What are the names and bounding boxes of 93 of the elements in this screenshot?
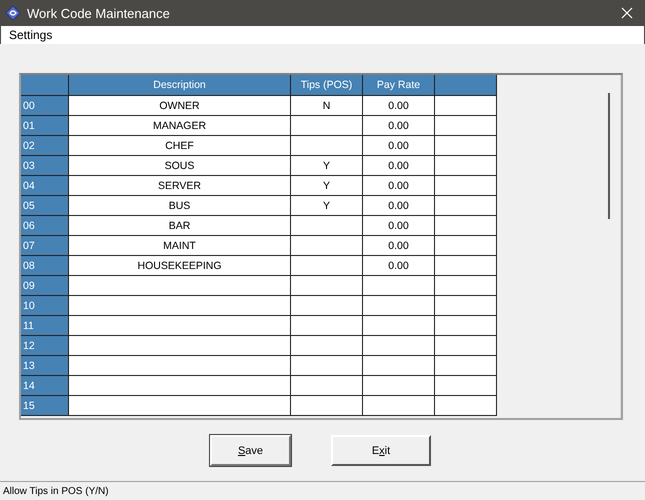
table-cell[interactable] xyxy=(435,316,497,336)
column-header: Pay Rate xyxy=(363,75,435,96)
table-cell[interactable]: 0.00 xyxy=(363,136,435,156)
window-title: Work Code Maintenance xyxy=(27,6,171,20)
scrollbar-thumb[interactable] xyxy=(608,93,610,219)
table-cell[interactable] xyxy=(435,196,497,216)
row-header: 05 xyxy=(21,196,69,216)
table-cell[interactable]: OWNER xyxy=(69,96,291,116)
table-cell[interactable] xyxy=(435,136,497,156)
table-cell[interactable]: 0.00 xyxy=(363,256,435,276)
table-cell[interactable]: Y xyxy=(291,176,363,196)
table-cell[interactable] xyxy=(291,216,363,236)
row-header: 06 xyxy=(21,216,69,236)
table-cell[interactable] xyxy=(363,296,435,316)
table-cell[interactable] xyxy=(435,396,497,416)
app-icon xyxy=(5,5,21,21)
table-cell[interactable] xyxy=(435,256,497,276)
table-cell[interactable] xyxy=(291,296,363,316)
table-cell[interactable] xyxy=(435,356,497,376)
table-cell[interactable] xyxy=(363,336,435,356)
table-cell[interactable]: MAINT xyxy=(69,236,291,256)
row-header: 10 xyxy=(21,296,69,316)
table-cell[interactable]: 0.00 xyxy=(363,196,435,216)
table-cell[interactable] xyxy=(69,276,291,296)
table-cell[interactable]: BUS xyxy=(69,196,291,216)
table-cell[interactable] xyxy=(291,256,363,276)
table-cell[interactable]: Y xyxy=(291,196,363,216)
table-cell[interactable] xyxy=(69,396,291,416)
table-cell[interactable]: 0.00 xyxy=(363,236,435,256)
table-cell[interactable] xyxy=(363,276,435,296)
table-cell[interactable] xyxy=(291,316,363,336)
table-cell[interactable]: HOUSEKEEPING xyxy=(69,256,291,276)
table-cell[interactable]: 0.00 xyxy=(363,216,435,236)
table-cell[interactable] xyxy=(291,356,363,376)
row-header: 13 xyxy=(21,356,69,376)
table-cell[interactable]: N xyxy=(291,96,363,116)
table-cell[interactable] xyxy=(435,216,497,236)
table-cell[interactable] xyxy=(435,176,497,196)
column-header: Tips (POS) xyxy=(291,75,363,96)
table-cell[interactable]: Y xyxy=(291,156,363,176)
row-header: 01 xyxy=(21,116,69,136)
table-cell[interactable]: 0.00 xyxy=(363,156,435,176)
table-cell[interactable] xyxy=(435,96,497,116)
dialog-button[interactable]: Exit xyxy=(331,435,431,466)
row-header: 07 xyxy=(21,236,69,256)
row-header: 14 xyxy=(21,376,69,396)
table-cell[interactable] xyxy=(291,376,363,396)
table-cell[interactable] xyxy=(291,116,363,136)
table-cell[interactable] xyxy=(291,276,363,296)
table-cell[interactable]: 0.00 xyxy=(363,176,435,196)
table-cell[interactable] xyxy=(363,356,435,376)
table-cell[interactable]: SERVER xyxy=(69,176,291,196)
row-header: 03 xyxy=(21,156,69,176)
column-header: Description xyxy=(69,75,291,96)
table-cell[interactable] xyxy=(69,376,291,396)
table-cell[interactable]: CHEF xyxy=(69,136,291,156)
row-header: 15 xyxy=(21,396,69,416)
table-cell[interactable] xyxy=(435,376,497,396)
table-cell[interactable] xyxy=(435,296,497,316)
table-cell[interactable] xyxy=(435,156,497,176)
table-cell[interactable] xyxy=(291,336,363,356)
row-header: 09 xyxy=(21,276,69,296)
row-header: 08 xyxy=(21,256,69,276)
table-cell[interactable] xyxy=(435,276,497,296)
table-cell[interactable] xyxy=(291,236,363,256)
close-icon[interactable] xyxy=(621,7,633,19)
table-cell[interactable] xyxy=(69,316,291,336)
table-cell[interactable] xyxy=(69,336,291,356)
row-header: 02 xyxy=(21,136,69,156)
status-bar: Allow Tips in POS (Y/N) xyxy=(0,481,645,500)
table-cell[interactable] xyxy=(435,116,497,136)
table-cell[interactable]: BAR xyxy=(69,216,291,236)
table-cell[interactable] xyxy=(69,296,291,316)
table-cell[interactable]: 0.00 xyxy=(363,96,435,116)
table-cell[interactable] xyxy=(291,136,363,156)
table-cell[interactable] xyxy=(435,236,497,256)
menu-item[interactable]: Settings xyxy=(9,28,52,42)
table-cell[interactable]: 0.00 xyxy=(363,116,435,136)
table-cell[interactable] xyxy=(363,316,435,336)
table-cell[interactable] xyxy=(69,356,291,376)
row-header: 11 xyxy=(21,316,69,336)
column-header xyxy=(21,75,69,96)
table-cell[interactable] xyxy=(291,396,363,416)
row-header: 04 xyxy=(21,176,69,196)
row-header: 12 xyxy=(21,336,69,356)
column-header xyxy=(435,75,497,96)
table-cell[interactable]: MANAGER xyxy=(69,116,291,136)
table-cell[interactable] xyxy=(363,396,435,416)
table-cell[interactable] xyxy=(435,336,497,356)
row-header: 00 xyxy=(21,96,69,116)
dialog-button[interactable]: Save xyxy=(210,435,291,466)
table-cell[interactable]: SOUS xyxy=(69,156,291,176)
table-cell[interactable] xyxy=(363,376,435,396)
